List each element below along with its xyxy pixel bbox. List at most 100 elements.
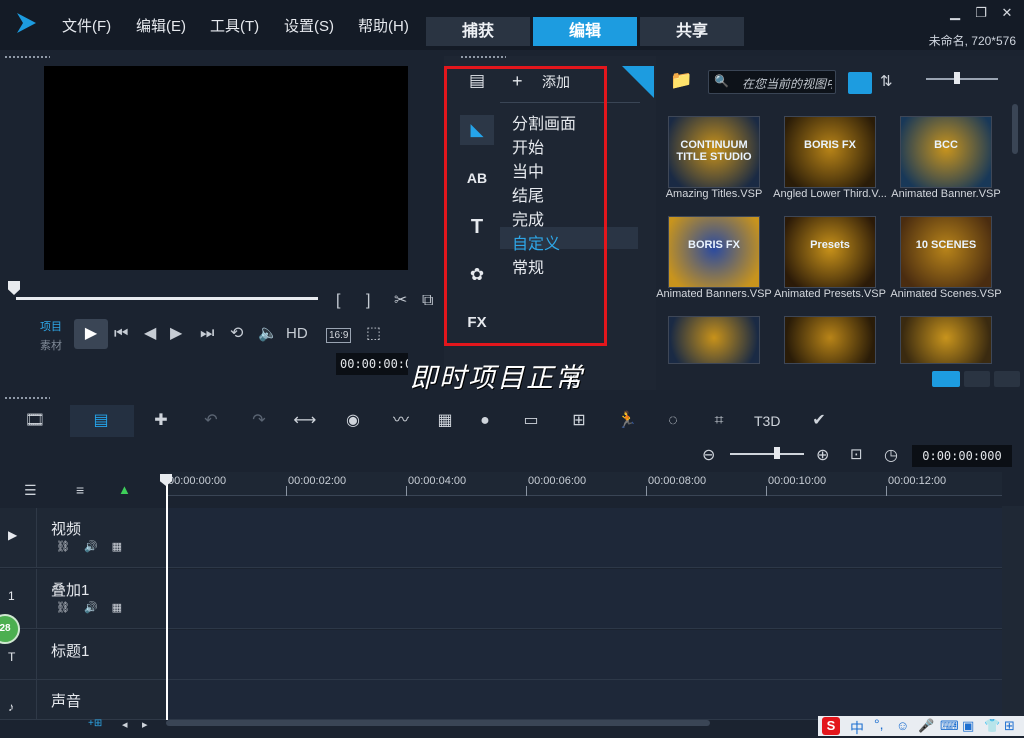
gallery-thumbnail[interactable]: CONTINUUM TITLE STUDIO [668, 116, 760, 188]
track-lane[interactable] [166, 680, 1002, 720]
gallery-item-label[interactable]: Animated Presets.VSP [772, 288, 888, 300]
record-icon[interactable]: ◉ [340, 408, 366, 434]
timeline-timecode[interactable]: 0:00:00:000 [912, 445, 1012, 467]
gallery-thumbnail[interactable] [900, 316, 992, 364]
volume-icon[interactable]: 🔈 [258, 322, 278, 346]
emoji-icon[interactable]: ☺ [896, 718, 909, 733]
mark-out-icon[interactable]: ] [366, 289, 370, 313]
voice-track-icon[interactable]: ♪ [8, 700, 14, 714]
timeline-view-icon[interactable]: ▤ [88, 408, 114, 434]
zoom-out-icon[interactable]: ⊖ [702, 445, 715, 465]
track-lane[interactable] [166, 630, 1002, 680]
preview-timecode[interactable]: 00:00:00:00 [336, 353, 408, 375]
timeline-vscroll[interactable] [1002, 506, 1024, 716]
keyboard-icon[interactable]: ⌨ [940, 718, 959, 734]
mode-project[interactable]: 项目 [40, 318, 62, 334]
sort-icon[interactable]: ⇅ [880, 72, 893, 90]
add-folder-icon[interactable]: 📁 [670, 70, 692, 91]
redo-icon[interactable]: ↷ [246, 408, 272, 434]
gallery-view-icon-2[interactable] [964, 371, 990, 387]
search-input[interactable]: 在您当前的视图中搜索 [742, 75, 832, 92]
minimize-icon[interactable]: ▁ [948, 6, 962, 20]
audio-wave-icon[interactable]: 〰 [388, 408, 414, 434]
menu-tools[interactable]: 工具(T) [210, 15, 259, 36]
enlarge-icon[interactable]: ⧉ [422, 289, 433, 313]
crop-icon[interactable]: ⬚ [366, 322, 381, 346]
fit-icon[interactable]: ⟷ [292, 408, 318, 434]
add-marker-icon[interactable]: ▲ [118, 482, 131, 497]
storyboard-view-icon[interactable]: 🎞 [22, 408, 48, 434]
track-lane[interactable] [166, 508, 1002, 568]
play-button[interactable]: ▶ [74, 319, 108, 349]
track-lane[interactable] [166, 569, 1002, 629]
panel-grip[interactable] [4, 55, 50, 59]
gallery-thumbnail[interactable] [784, 316, 876, 364]
tab-share[interactable]: 共享 [640, 17, 744, 46]
add-track-icon[interactable]: +⊞ [88, 718, 102, 729]
tools-icon[interactable]: ✚ [148, 408, 174, 434]
3d-title-icon[interactable]: T3D [754, 408, 780, 434]
gallery-thumbnail[interactable]: BORIS FX [668, 216, 760, 288]
track-header[interactable] [0, 508, 166, 568]
split-screen-icon[interactable]: ⊞ [566, 408, 592, 434]
mark-in-icon[interactable]: [ [336, 289, 340, 313]
timeline-zoom-slider[interactable] [730, 453, 804, 455]
track-controls-icons[interactable]: ⛓🔊▦ [56, 540, 136, 553]
zoom-in-icon[interactable]: ⊕ [816, 445, 829, 465]
panel-grip[interactable] [460, 55, 506, 59]
punctuation-icon[interactable]: °, [874, 716, 884, 732]
search-icon[interactable]: 🔍 [714, 74, 729, 88]
gallery-thumbnail[interactable]: 10 SCENES [900, 216, 992, 288]
gallery-item-label[interactable]: Animated Banners.VSP [656, 288, 772, 300]
gallery-thumbnail[interactable]: BCC [900, 116, 992, 188]
gallery-thumbnail[interactable]: BORIS FX [784, 116, 876, 188]
gallery-thumbnail[interactable] [668, 316, 760, 364]
tab-capture[interactable]: 捕获 [426, 17, 530, 46]
sogou-logo-icon[interactable]: S [822, 717, 840, 735]
multicam-icon[interactable]: ▦ [432, 408, 458, 434]
restore-icon[interactable]: ❐ [974, 6, 988, 20]
prev-frame-icon[interactable]: ◀ [144, 322, 156, 346]
video-track-icon[interactable]: ▶ [8, 528, 17, 542]
menu-edit[interactable]: 编辑(E) [136, 15, 186, 36]
chapter-icon[interactable]: ≡ [76, 482, 84, 498]
list-view-button[interactable] [848, 72, 872, 94]
scroll-left-icon[interactable]: ◂ [122, 718, 128, 731]
gallery-item-label[interactable]: Angled Lower Third.V... [772, 188, 888, 200]
subtitle-icon[interactable]: ▭ [518, 408, 544, 434]
track-motion-icon[interactable]: ⌗ [706, 408, 732, 434]
grid-icon[interactable]: ⊞ [1004, 718, 1015, 734]
mode-clip[interactable]: 素材 [40, 337, 62, 353]
gallery-thumbnail[interactable]: Presets [784, 216, 876, 288]
title-track-icon[interactable]: T [8, 650, 15, 664]
track-header[interactable] [0, 680, 166, 720]
menu-file[interactable]: 文件(F) [62, 15, 111, 36]
thumbnail-size-slider[interactable] [926, 78, 998, 80]
hd-toggle[interactable]: HD [286, 322, 308, 346]
aspect-ratio-button[interactable]: 16:9 [326, 328, 352, 343]
end-icon[interactable]: ⏭ [200, 322, 214, 346]
close-icon[interactable]: ✕ [1000, 6, 1014, 20]
tab-edit[interactable]: 编辑 [533, 17, 637, 46]
panel-grip[interactable] [4, 396, 50, 400]
gallery-item-label[interactable]: Animated Banner.VSP [888, 188, 1004, 200]
motion-icon[interactable]: 🏃 [614, 408, 640, 434]
timeline-zoom-thumb[interactable] [774, 447, 780, 459]
track-controls-icons[interactable]: ⛓🔊▦ [56, 601, 136, 614]
shirt-icon[interactable]: 👕 [984, 718, 1000, 734]
scissors-icon[interactable]: ✂ [394, 289, 407, 313]
gallery-scrollbar[interactable] [1012, 104, 1018, 154]
gallery-item-label[interactable]: Amazing Titles.VSP [656, 188, 772, 200]
gallery-item-label[interactable]: Animated Scenes.VSP [888, 288, 1004, 300]
scrubber-bar[interactable] [16, 297, 318, 300]
timeline-hscroll[interactable] [166, 720, 710, 726]
scroll-right-icon[interactable]: ▸ [142, 718, 148, 731]
playhead[interactable] [166, 474, 168, 720]
blend-icon[interactable]: ● [472, 408, 498, 434]
mask-icon[interactable]: ◌ [660, 408, 686, 434]
menu-help[interactable]: 帮助(H) [358, 15, 409, 36]
menu-settings[interactable]: 设置(S) [284, 15, 334, 36]
gallery-view-icon-1[interactable] [932, 371, 960, 387]
fit-project-icon[interactable]: ⊡ [850, 445, 863, 463]
mic-icon[interactable]: 🎤 [918, 718, 934, 734]
